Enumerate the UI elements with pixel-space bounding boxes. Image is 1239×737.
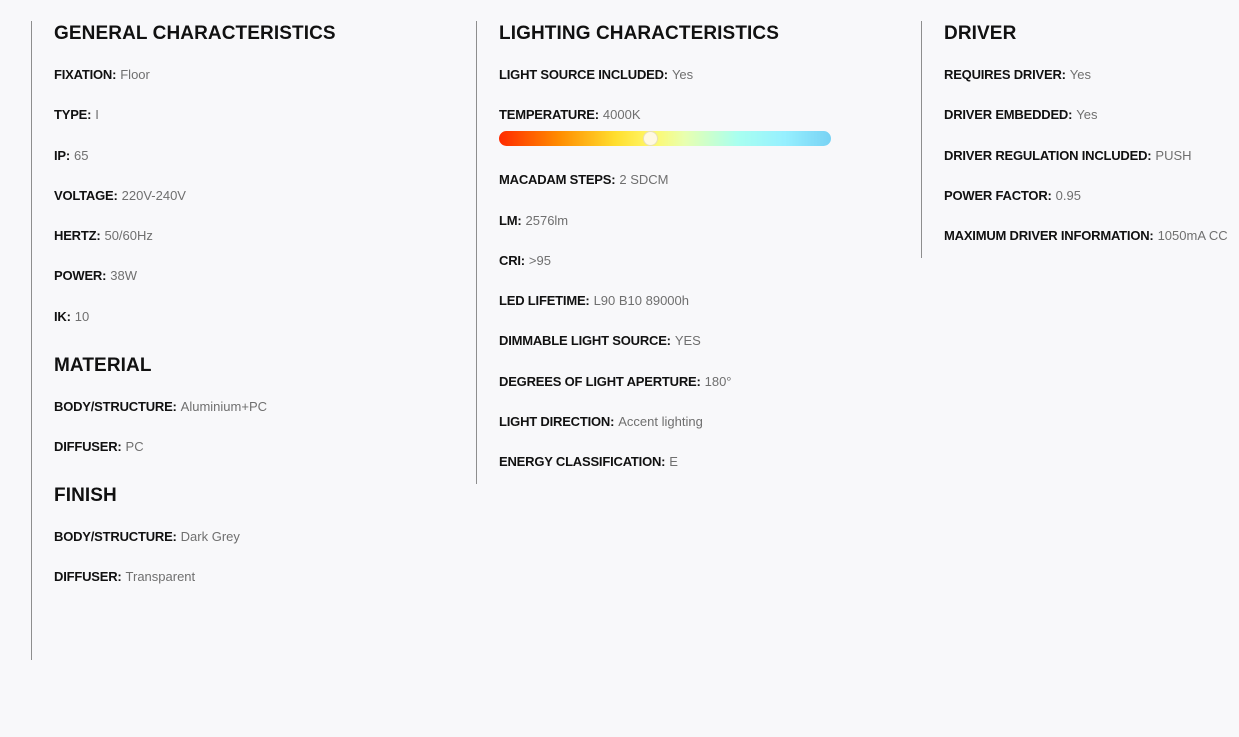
spec-cri: CRI: >95 [499,252,921,270]
spec-body-structure: BODY/STRUCTURE: Aluminium+PC [54,398,476,416]
general-characteristics-title: GENERAL CHARACTERISTICS [54,23,336,44]
general-column: GENERAL CHARACTERISTICS FIXATION: Floor T… [31,21,476,660]
spec-value: I [95,107,99,123]
spec-label: DRIVER REGULATION INCLUDED: [944,147,1152,163]
spec-label: VOLTAGE: [54,187,118,203]
spec-value: E [669,454,678,470]
spec-label: DRIVER EMBEDDED: [944,107,1073,123]
spec-fixation: FIXATION: Floor [54,66,476,84]
spec-macadam-steps: MACADAM STEPS: 2 SDCM [499,171,921,189]
material-title: MATERIAL [54,354,152,376]
spec-value: PC [125,439,144,455]
spec-value: Yes [1076,107,1098,123]
spec-temperature: TEMPERATURE: 4000K [499,106,921,147]
spec-label: IP: [54,147,71,163]
spec-label: TEMPERATURE: [499,107,599,123]
spec-label: MACADAM STEPS: [499,172,616,188]
spec-value: 4000K [602,107,641,123]
spec-label: POWER FACTOR: [944,187,1052,203]
spec-value: Aluminium+PC [180,398,268,414]
spec-value: Dark Grey [180,529,240,545]
spec-value: 1050mA CC [1157,228,1228,244]
spec-finish-diffuser: DIFFUSER: Transparent [54,568,476,586]
spec-driver-regulation-included: DRIVER REGULATION INCLUDED: PUSH [944,147,1239,165]
spec-value: >95 [528,252,551,268]
spec-type: TYPE: I [54,106,476,124]
spec-value: L90 B10 89000h [593,293,689,309]
spec-hertz: HERTZ: 50/60Hz [54,227,476,245]
spec-value: 2 SDCM [619,172,669,188]
spec-label: TYPE: [54,107,92,123]
spec-maximum-driver-information: MAXIMUM DRIVER INFORMATION: 1050mA CC [944,227,1239,245]
driver-title: DRIVER [944,23,1017,44]
driver-column: DRIVER REQUIRES DRIVER: Yes DRIVER EMBEDD… [921,21,1239,258]
spec-dimmable-light-source: DIMMABLE LIGHT SOURCE: YES [499,332,921,350]
spec-ip: IP: 65 [54,147,476,165]
lighting-characteristics-list: LIGHT SOURCE INCLUDED: Yes TEMPERATURE: 40… [499,66,921,471]
spec-finish-body-structure: BODY/STRUCTURE: Dark Grey [54,528,476,546]
spec-value: Yes [1069,67,1091,82]
finish-list: BODY/STRUCTURE: Dark Grey DIFFUSER: Transp… [54,528,476,586]
spec-energy-classification: ENERGY CLASSIFICATION: E [499,453,921,471]
spec-value: 180° [704,373,732,389]
spec-label: LIGHT DIRECTION: [499,414,615,430]
spec-label: FIXATION: [54,67,117,82]
spec-ik: IK: 10 [54,308,476,326]
lighting-characteristics-title: LIGHTING CHARACTERISTICS [499,23,780,44]
spec-power: POWER: 38W [54,267,476,285]
spec-requires-driver: REQUIRES DRIVER: Yes [944,66,1239,84]
color-temperature-scale [499,131,831,147]
spec-value: 50/60Hz [104,228,153,244]
driver-list: REQUIRES DRIVER: Yes DRIVER EMBEDDED: Yes … [944,66,1239,245]
spec-value: 220V-240V [121,187,186,203]
spec-label: DIFFUSER: [54,439,122,455]
spec-value: YES [674,333,701,349]
spec-value: 0.95 [1055,187,1081,203]
spec-light-direction: LIGHT DIRECTION: Accent lighting [499,413,921,431]
spec-label: BODY/STRUCTURE: [54,529,177,545]
spec-value: Accent lighting [618,414,703,430]
spec-voltage: VOLTAGE: 220V-240V [54,187,476,205]
spec-label: DIMMABLE LIGHT SOURCE: [499,333,671,349]
spec-label: HERTZ: [54,228,101,244]
general-characteristics-list: FIXATION: Floor TYPE: I IP: 65 VOLTAGE: 220V… [54,66,476,326]
spec-label: ENERGY CLASSIFICATION: [499,454,666,470]
material-list: BODY/STRUCTURE: Aluminium+PC DIFFUSER: PC [54,398,476,456]
spec-value: 65 [74,147,89,163]
spec-label: IK: [54,308,71,324]
spec-label: DEGREES OF LIGHT APERTURE: [499,373,701,389]
spec-label: DIFFUSER: [54,569,122,585]
spec-value: 38W [110,268,137,284]
lighting-column: LIGHTING CHARACTERISTICS LIGHT SOURCE IN… [476,21,921,484]
finish-title: FINISH [54,485,117,507]
color-temperature-marker [643,131,658,147]
spec-driver-embedded: DRIVER EMBEDDED: Yes [944,106,1239,124]
spec-label: LIGHT SOURCE INCLUDED: [499,67,668,82]
spec-degrees-of-light-aperture: DEGREES OF LIGHT APERTURE: 180° [499,373,921,391]
spec-value: 10 [74,308,90,324]
spec-light-source-included: LIGHT SOURCE INCLUDED: Yes [499,66,921,84]
spec-power-factor: POWER FACTOR: 0.95 [944,187,1239,205]
spec-label: MAXIMUM DRIVER INFORMATION: [944,228,1154,244]
spec-value: PUSH [1155,147,1192,163]
spec-value: Yes [671,67,694,82]
spec-label: REQUIRES DRIVER: [944,67,1066,82]
spec-label: LED LIFETIME: [499,293,590,309]
spec-lm: LM: 2576lm [499,212,921,230]
spec-led-lifetime: LED LIFETIME: L90 B10 89000h [499,292,921,310]
spec-label: CRI: [499,252,525,268]
spec-value: Floor [120,67,150,82]
spec-label: BODY/STRUCTURE: [54,398,177,414]
spec-label: POWER: [54,268,107,284]
spec-label: LM: [499,212,522,228]
spec-value: Transparent [125,569,196,585]
spec-value: 2576lm [525,212,569,228]
spec-diffuser: DIFFUSER: PC [54,438,476,456]
